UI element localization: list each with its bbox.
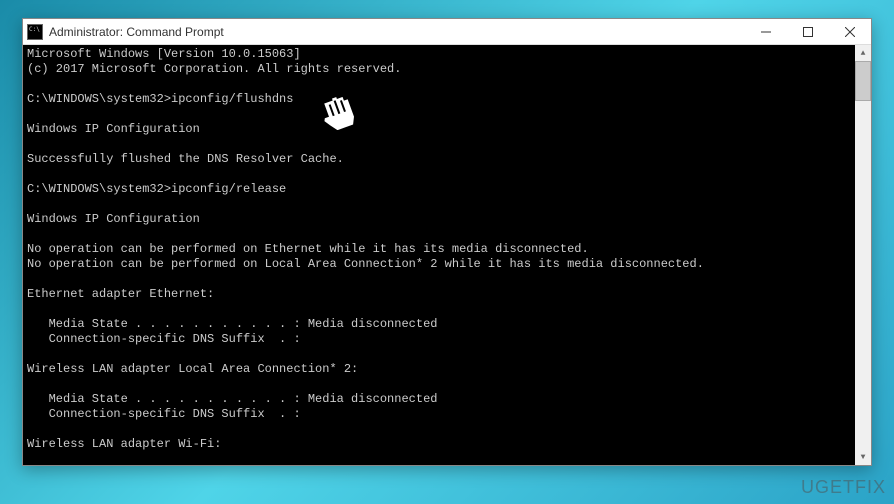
window-title: Administrator: Command Prompt [49, 25, 745, 39]
window-controls [745, 19, 871, 44]
command-prompt-window: Administrator: Command Prompt Microsoft … [22, 18, 872, 466]
terminal-output[interactable]: Microsoft Windows [Version 10.0.15063] (… [23, 45, 871, 465]
scroll-down-arrow[interactable]: ▼ [855, 449, 871, 465]
maximize-button[interactable] [787, 19, 829, 44]
minimize-button[interactable] [745, 19, 787, 44]
terminal-text: Microsoft Windows [Version 10.0.15063] (… [27, 47, 704, 465]
cmd-icon [27, 24, 43, 40]
scrollbar-thumb[interactable] [855, 61, 871, 101]
watermark-text: UGETFIX [801, 477, 886, 497]
vertical-scrollbar[interactable]: ▲ ▼ [855, 45, 871, 465]
scroll-up-arrow[interactable]: ▲ [855, 45, 871, 61]
watermark: UGETFIX [801, 477, 886, 498]
close-button[interactable] [829, 19, 871, 44]
titlebar[interactable]: Administrator: Command Prompt [23, 19, 871, 45]
